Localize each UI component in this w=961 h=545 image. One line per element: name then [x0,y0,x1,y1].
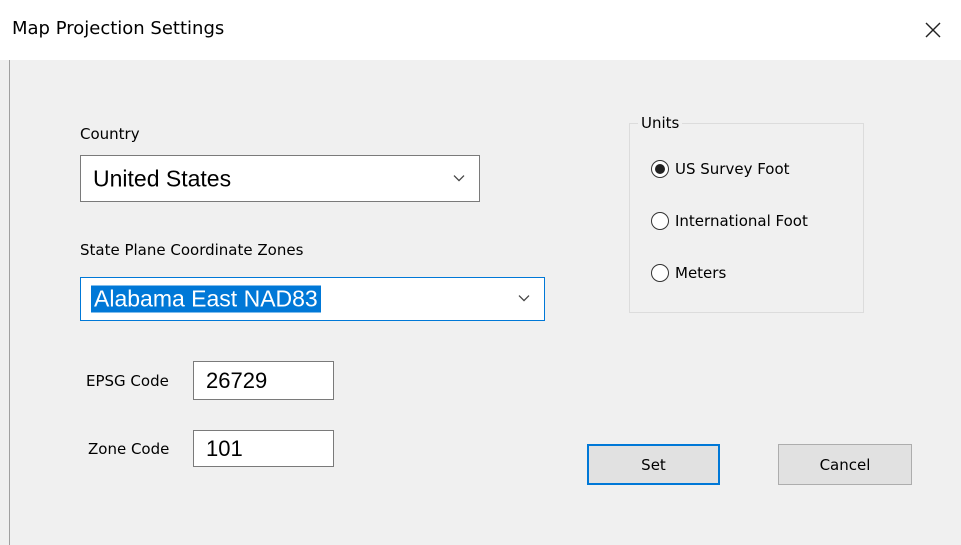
close-button[interactable] [905,0,961,60]
zone-code-label: Zone Code [88,440,170,458]
zone-code-value: 101 [206,435,243,461]
close-icon [925,22,941,38]
zones-value: Alabama East NAD83 [91,285,321,313]
title-bar: Map Projection Settings [0,0,961,60]
radio-button[interactable] [651,212,669,230]
radio-dot-icon [655,164,665,174]
chevron-down-icon [518,295,530,302]
radio-label: Meters [675,264,727,282]
country-label: Country [80,125,140,143]
epsg-label: EPSG Code [86,372,169,390]
country-dropdown[interactable]: United States [80,155,480,202]
radio-international-foot[interactable]: International Foot [651,212,808,230]
country-value: United States [93,165,232,191]
units-title: Units [638,114,683,132]
zone-code-input[interactable]: 101 [193,430,334,467]
radio-us-survey-foot[interactable]: US Survey Foot [651,160,790,178]
set-button[interactable]: Set [587,444,720,485]
radio-label: US Survey Foot [675,160,790,178]
window-title: Map Projection Settings [12,18,225,39]
epsg-value: 26729 [206,367,268,393]
radio-label: International Foot [675,212,808,230]
cancel-button[interactable]: Cancel [778,444,912,485]
radio-meters[interactable]: Meters [651,264,726,282]
zones-label: State Plane Coordinate Zones [80,241,304,259]
radio-button[interactable] [651,264,669,282]
epsg-input[interactable]: 26729 [193,361,334,400]
chevron-down-icon [453,174,465,182]
radio-button-checked[interactable] [651,160,669,178]
zones-dropdown[interactable]: Alabama East NAD83 [80,277,545,321]
